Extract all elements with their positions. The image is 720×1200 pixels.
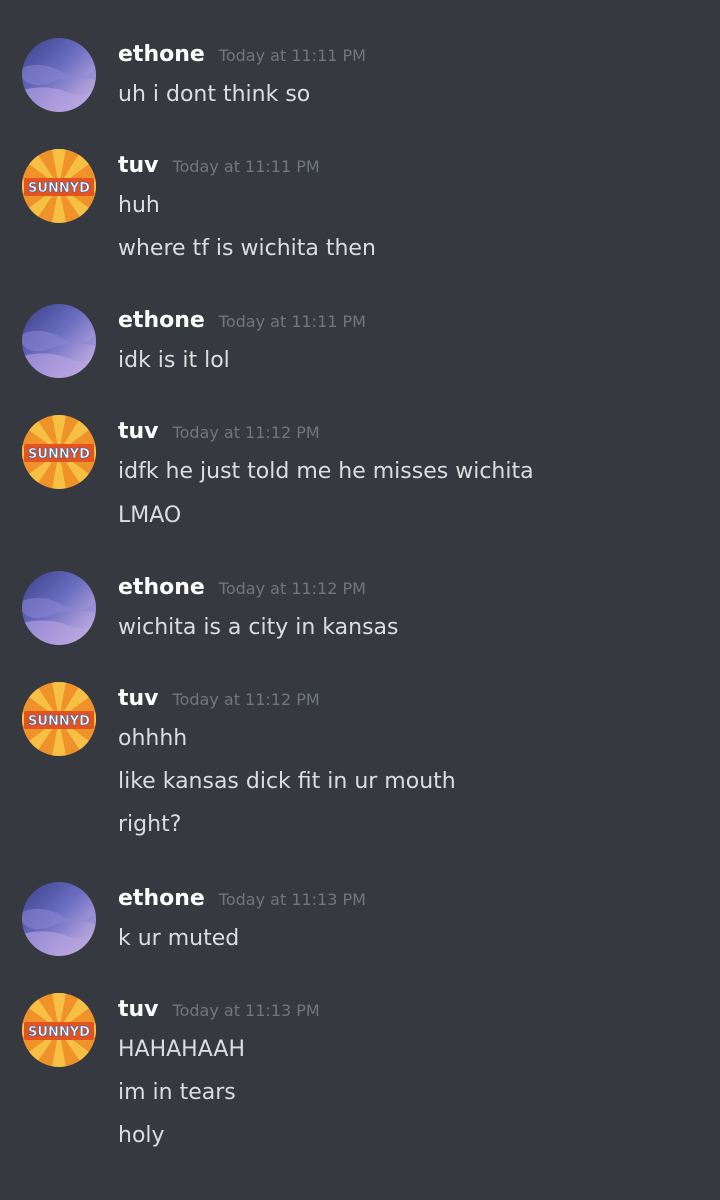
sunnyd-logo-icon: SUNNYD <box>22 415 96 489</box>
user-avatar[interactable]: SUNNYD <box>22 993 96 1067</box>
chat-log: ethone Today at 11:11 PM uh i dont think … <box>0 0 720 1200</box>
sunnyd-logo-icon: SUNNYD <box>22 993 96 1067</box>
message-text: ohhhh <box>118 726 188 751</box>
message-header: tuv Today at 11:12 PM <box>118 686 320 720</box>
svg-text:SUNNYD: SUNNYD <box>28 447 90 462</box>
svg-text:SUNNYD: SUNNYD <box>28 714 90 729</box>
timestamp: Today at 11:13 PM <box>218 890 366 909</box>
message-header: tuv Today at 11:12 PM <box>118 419 320 453</box>
timestamp: Today at 11:12 PM <box>172 423 320 442</box>
message-header: ethone Today at 11:11 PM <box>118 308 366 342</box>
username[interactable]: tuv <box>118 153 159 178</box>
message-text: LMAO <box>118 503 182 528</box>
message-header: tuv Today at 11:11 PM <box>118 153 320 187</box>
message-text: HAHAHAAH <box>118 1037 245 1062</box>
message-text: like kansas dick fit in ur mouth <box>118 769 456 794</box>
svg-text:SUNNYD: SUNNYD <box>28 1025 90 1040</box>
message-text: huh <box>118 193 160 218</box>
user-avatar[interactable]: SUNNYD <box>22 682 96 756</box>
timestamp: Today at 11:11 PM <box>218 46 366 65</box>
message-text: where tf is wichita then <box>118 236 376 261</box>
purple-sky-icon <box>22 571 96 645</box>
purple-sky-icon <box>22 304 96 378</box>
timestamp: Today at 11:12 PM <box>218 579 366 598</box>
message-header: ethone Today at 11:11 PM <box>118 42 366 76</box>
user-avatar[interactable] <box>22 882 96 956</box>
message-text: holy <box>118 1123 165 1148</box>
message-text: right? <box>118 812 182 837</box>
svg-text:SUNNYD: SUNNYD <box>28 181 90 196</box>
username[interactable]: tuv <box>118 686 159 711</box>
message-header: ethone Today at 11:13 PM <box>118 886 366 920</box>
sunnyd-logo-icon: SUNNYD <box>22 682 96 756</box>
message-header: ethone Today at 11:12 PM <box>118 575 366 609</box>
timestamp: Today at 11:13 PM <box>172 1001 320 1020</box>
message-text: uh i dont think so <box>118 82 311 107</box>
purple-sky-icon <box>22 38 96 112</box>
timestamp: Today at 11:11 PM <box>218 312 366 331</box>
message-text: idfk he just told me he misses wichita <box>118 459 534 484</box>
user-avatar[interactable]: SUNNYD <box>22 415 96 489</box>
username[interactable]: ethone <box>118 42 205 67</box>
message-text: k ur muted <box>118 926 240 951</box>
username[interactable]: tuv <box>118 997 159 1022</box>
user-avatar[interactable] <box>22 38 96 112</box>
timestamp: Today at 11:11 PM <box>172 157 320 176</box>
username[interactable]: ethone <box>118 308 205 333</box>
message-text: im in tears <box>118 1080 236 1105</box>
user-avatar[interactable] <box>22 571 96 645</box>
user-avatar[interactable]: SUNNYD <box>22 149 96 223</box>
timestamp: Today at 11:12 PM <box>172 690 320 709</box>
message-header: tuv Today at 11:13 PM <box>118 997 320 1031</box>
message-text: idk is it lol <box>118 348 230 373</box>
username[interactable]: tuv <box>118 419 159 444</box>
username[interactable]: ethone <box>118 575 205 600</box>
username[interactable]: ethone <box>118 886 205 911</box>
user-avatar[interactable] <box>22 304 96 378</box>
message-text: wichita is a city in kansas <box>118 615 399 640</box>
sunnyd-logo-icon: SUNNYD <box>22 149 96 223</box>
purple-sky-icon <box>22 882 96 956</box>
